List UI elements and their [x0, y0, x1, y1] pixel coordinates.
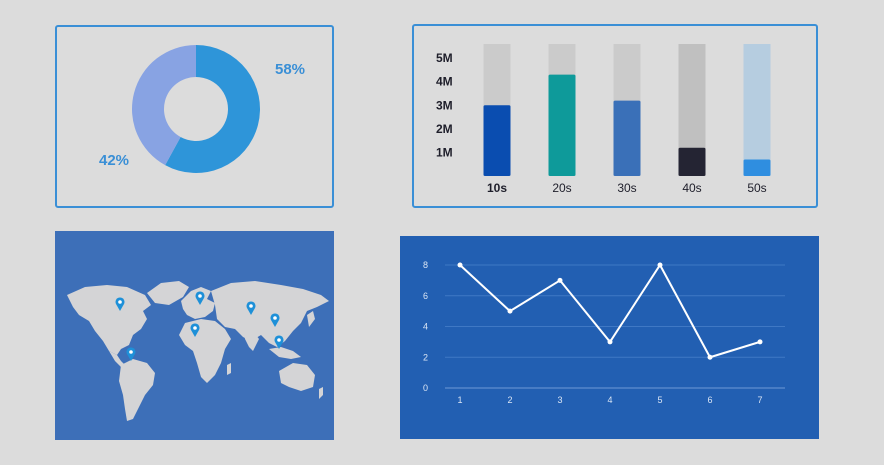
donut-chart: 58% 42%	[99, 45, 305, 173]
x-tick-label: 4	[607, 395, 612, 405]
data-point	[657, 262, 663, 268]
x-tick-label: 50s	[747, 181, 766, 195]
x-tick-label: 20s	[552, 181, 571, 195]
location-pin-dot	[193, 326, 197, 330]
australia-shape	[279, 363, 315, 391]
new-zealand-shape	[319, 387, 323, 399]
bar	[743, 159, 771, 176]
y-tick-label: 3M	[436, 98, 453, 112]
madagascar-shape	[227, 363, 231, 375]
y-tick-label: 4	[423, 322, 428, 332]
x-tick-label: 30s	[617, 181, 636, 195]
x-tick-label: 3	[557, 395, 562, 405]
location-pin-dot	[277, 338, 281, 342]
data-point	[557, 277, 563, 283]
data-point	[507, 308, 513, 314]
bar	[548, 74, 576, 176]
y-tick-label: 4M	[436, 75, 453, 89]
bar-chart-panel: 1M 2M 3M 4M 5M 10s 20s 30s 40s 50s	[412, 24, 818, 208]
japan-shape	[307, 311, 315, 327]
y-tick-label: 2	[423, 352, 428, 362]
x-tick-label: 10s	[487, 181, 507, 195]
bar	[483, 105, 511, 176]
x-tick-label: 1	[457, 395, 462, 405]
y-tick-label: 8	[423, 260, 428, 270]
x-tick-label: 6	[707, 395, 712, 405]
line-chart: 0 2 4 6 8 1 2 3 4 5 6 7	[423, 260, 785, 405]
location-pin-icon	[274, 335, 284, 349]
x-tick-label: 7	[757, 395, 762, 405]
bar-track	[743, 44, 771, 176]
x-tick-label: 2	[507, 395, 512, 405]
location-pin-dot	[249, 304, 253, 308]
y-tick-label: 1M	[436, 145, 453, 159]
location-pin-dot	[273, 316, 277, 320]
bar	[613, 100, 641, 176]
line-chart-panel: 0 2 4 6 8 1 2 3 4 5 6 7	[400, 236, 819, 439]
x-tick-label: 5	[657, 395, 662, 405]
y-tick-label: 2M	[436, 122, 453, 136]
north-america-shape	[67, 285, 151, 355]
donut-slice-label: 42%	[99, 152, 129, 169]
bar	[678, 147, 706, 176]
data-point	[757, 339, 763, 345]
data-point	[457, 262, 463, 268]
x-tick-label: 40s	[682, 181, 701, 195]
location-pin-dot	[118, 300, 122, 304]
south-america-shape	[119, 359, 155, 421]
world-map	[67, 281, 329, 421]
africa-shape	[179, 319, 231, 383]
donut-slice-label: 58%	[275, 61, 305, 78]
continents	[67, 281, 329, 421]
location-pin-dot	[198, 294, 202, 298]
bar-chart: 1M 2M 3M 4M 5M 10s 20s 30s 40s 50s	[436, 44, 771, 195]
data-point	[607, 339, 613, 345]
y-tick-label: 0	[423, 383, 428, 393]
donut-chart-panel: 58% 42%	[55, 25, 334, 208]
location-pin-dot	[129, 350, 133, 354]
y-tick-label: 5M	[436, 51, 453, 65]
data-point	[707, 354, 713, 360]
y-tick-label: 6	[423, 291, 428, 301]
southeast-asia-islands-shape	[269, 347, 301, 359]
location-pin-icon	[126, 347, 136, 361]
world-map-panel	[55, 231, 334, 440]
